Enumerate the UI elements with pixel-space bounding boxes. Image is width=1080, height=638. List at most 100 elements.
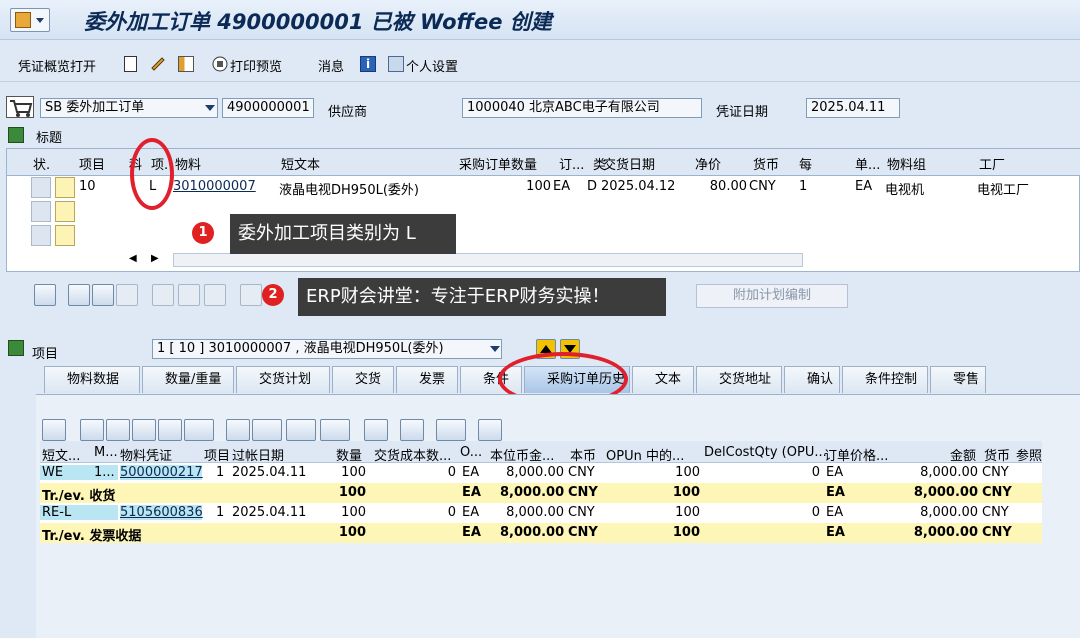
item-detail-collapse-icon[interactable] [8, 340, 24, 356]
unlock-button[interactable] [204, 284, 226, 306]
status-cell[interactable] [55, 177, 75, 198]
col-order-unit[interactable]: O... [460, 445, 482, 460]
order-unit[interactable]: EA [462, 505, 479, 520]
delivery-date[interactable]: 2025.04.12 [601, 179, 675, 194]
currency[interactable]: CNY [982, 505, 1009, 520]
print-icon[interactable] [226, 419, 250, 441]
doc-item[interactable]: 1 [216, 505, 224, 520]
tab-quantity-weight[interactable]: 数量/重量 [142, 366, 234, 393]
lock-button[interactable] [178, 284, 200, 306]
other-document-icon[interactable] [178, 56, 194, 72]
history-subtotal-row[interactable]: Tr./ev. 收货 100 EA 8,000.00 CNY 100 EA 8,… [40, 483, 1042, 504]
quantity[interactable]: 100 [330, 465, 366, 480]
col-doc-item[interactable]: 项目 [204, 445, 230, 464]
delcost-qty[interactable]: 0 [804, 465, 820, 480]
col-status[interactable]: 状. [33, 154, 50, 173]
col-movement[interactable]: M... [94, 445, 118, 460]
col-plant[interactable]: 工厂 [979, 154, 1005, 173]
select-all-button[interactable] [68, 284, 90, 306]
opun-qty[interactable]: 100 [660, 465, 700, 480]
local-amount[interactable]: 8,000.00 [500, 505, 564, 520]
scroll-left-icon[interactable]: ◀ [129, 253, 137, 264]
sort-descending-icon[interactable] [106, 419, 130, 441]
order-unit[interactable]: EA [462, 465, 479, 480]
po-quantity[interactable]: 100 [507, 179, 551, 194]
delcost-qty[interactable]: 0 [804, 505, 820, 520]
details-icon[interactable] [42, 419, 66, 441]
col-quantity[interactable]: 数量 [336, 445, 362, 464]
row-selector[interactable] [31, 177, 51, 198]
layout-icon[interactable] [320, 419, 350, 441]
personal-settings-button[interactable]: 个人设置 [406, 56, 458, 75]
delete-item-button[interactable] [152, 284, 174, 306]
posting-date[interactable]: 2025.04.11 [232, 505, 306, 520]
currency[interactable]: CNY [749, 179, 776, 194]
sort-ascending-icon[interactable] [80, 419, 104, 441]
display-change-icon[interactable] [150, 56, 166, 72]
col-delivery-cost-qty[interactable]: 交货成本数... [374, 445, 451, 464]
order-unit[interactable]: EA [553, 179, 570, 194]
overview-button[interactable]: 凭证概览打开 [18, 56, 96, 75]
doc-number-field[interactable]: 4900000001 [222, 98, 314, 118]
amount[interactable]: 8,000.00 [908, 505, 978, 520]
amount[interactable]: 8,000.00 [908, 465, 978, 480]
row-selector[interactable] [31, 201, 51, 222]
col-order-unit[interactable]: 单... [855, 154, 880, 173]
date-category[interactable]: D [587, 179, 597, 194]
print-preview-button[interactable]: 打印预览 [230, 56, 282, 75]
tab-material-data[interactable]: 物料数据 [44, 366, 140, 393]
local-amount[interactable]: 8,000.00 [500, 465, 564, 480]
short-text[interactable]: 液晶电视DH950L(委外) [279, 179, 419, 198]
col-material[interactable]: 物料 [175, 154, 201, 173]
sap-menu-icon[interactable] [10, 8, 50, 32]
material-group[interactable]: 电视机 [885, 179, 924, 198]
additional-planning-button[interactable]: 附加计划编制 [696, 284, 848, 308]
graphic-icon[interactable] [364, 419, 388, 441]
status-cell[interactable] [55, 225, 75, 246]
col-local-amount[interactable]: 本位币金... [490, 445, 554, 464]
quantity[interactable]: 100 [330, 505, 366, 520]
history-row[interactable]: RE-L 5105600836 1 2025.04.11 100 0 EA 8,… [40, 503, 1042, 523]
copy-button[interactable] [240, 284, 262, 306]
select-block-button[interactable] [92, 284, 114, 306]
movement-type[interactable]: 1... [94, 465, 115, 480]
view-icon[interactable] [252, 419, 282, 441]
status-cell[interactable] [55, 201, 75, 222]
price-unit-uom[interactable]: EA [855, 179, 872, 194]
vendor-field[interactable]: 1000040 北京ABC电子有限公司 [462, 98, 702, 118]
total-icon[interactable] [436, 419, 466, 441]
col-local-currency[interactable]: 本币 [570, 445, 596, 464]
col-amount[interactable]: 金额 [950, 445, 976, 464]
col-delivery-date[interactable]: 交货日期 [603, 154, 655, 173]
row-selector[interactable] [31, 225, 51, 246]
details-button[interactable] [34, 284, 56, 306]
col-delcost-qty[interactable]: DelCostQty (OPU... [704, 445, 827, 460]
local-currency[interactable]: CNY [568, 465, 595, 480]
delivery-cost-qty[interactable]: 0 [440, 465, 456, 480]
tab-delivery-address[interactable]: 交货地址 [696, 366, 782, 393]
col-short-text[interactable]: 短文... [42, 445, 80, 464]
col-unit[interactable]: 订... [559, 154, 584, 173]
find-icon[interactable] [132, 419, 156, 441]
export-icon[interactable] [286, 419, 316, 441]
plant[interactable]: 电视工厂 [977, 179, 1029, 198]
history-row[interactable]: WE 1... 5000000217 1 2025.04.11 100 0 EA… [40, 463, 1042, 483]
info-icon[interactable]: i [360, 56, 376, 72]
tab-condition-control[interactable]: 条件控制 [842, 366, 928, 393]
posting-date[interactable]: 2025.04.11 [232, 465, 306, 480]
price-unit[interactable]: 1 [799, 179, 807, 194]
doc-date-field[interactable]: 2025.04.11 [806, 98, 900, 118]
info-icon[interactable] [400, 419, 424, 441]
col-opun-qty[interactable]: OPUn 中的... [606, 445, 684, 464]
horizontal-scrollbar[interactable] [173, 253, 803, 267]
item-number[interactable]: 10 [79, 179, 96, 194]
opun-qty[interactable]: 100 [660, 505, 700, 520]
delivery-cost-qty[interactable]: 0 [440, 505, 456, 520]
find-next-icon[interactable] [158, 419, 182, 441]
material-doc-link[interactable]: 5105600836 [120, 505, 203, 520]
new-document-icon[interactable] [124, 56, 137, 72]
print-preview-icon[interactable] [212, 56, 228, 72]
tab-invoice[interactable]: 发票 [396, 366, 458, 393]
currency[interactable]: CNY [982, 465, 1009, 480]
tab-texts[interactable]: 文本 [632, 366, 694, 393]
